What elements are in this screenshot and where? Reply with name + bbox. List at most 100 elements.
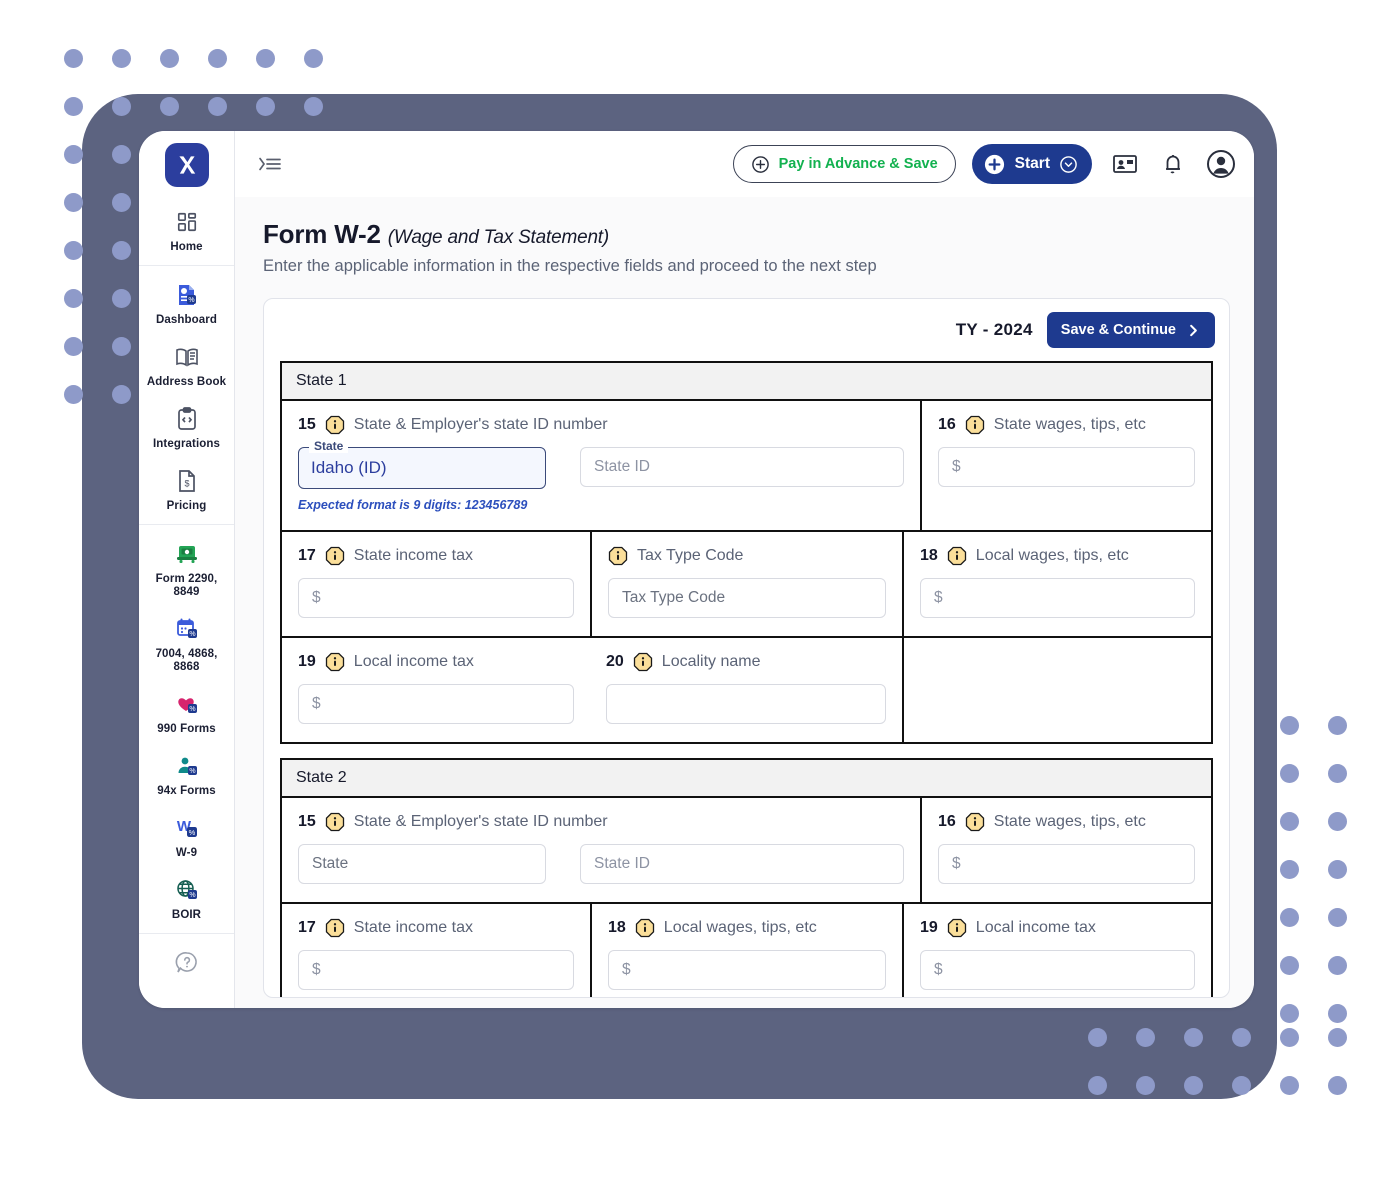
field-label-row: 20 Locality name: [606, 652, 886, 672]
field-label: State wages, tips, etc: [993, 416, 1146, 433]
app-window: Home % Dashboard Address Book Integratio…: [139, 131, 1254, 1008]
info-icon[interactable]: [325, 812, 345, 832]
state-wages-input[interactable]: $: [938, 844, 1195, 884]
local-income-tax-input[interactable]: $: [298, 684, 574, 724]
locality-name-input[interactable]: [606, 684, 886, 724]
start-button[interactable]: Start: [971, 144, 1092, 184]
state-wages-input[interactable]: $: [938, 447, 1195, 487]
sidebar-item-form-2290-8849[interactable]: Form 2290, 8849: [139, 531, 234, 606]
field-number: 15: [298, 813, 316, 830]
state-1-field-19: 19 Local income tax $: [282, 638, 590, 742]
state-select-value: Idaho (ID): [311, 458, 387, 477]
address-book-icon: [173, 343, 201, 371]
field-number: 18: [608, 919, 626, 936]
state-1-field-16: 16 State wages, tips, etc $: [920, 401, 1211, 530]
info-icon[interactable]: [608, 546, 628, 566]
sidebar-item-label: 7004, 4868, 8868: [155, 648, 218, 673]
tax-type-code-select[interactable]: Tax Type Code: [608, 578, 886, 618]
sidebar-item-home[interactable]: Home: [139, 199, 234, 261]
collapse-menu-icon[interactable]: [257, 153, 283, 175]
input-placeholder: $: [952, 458, 961, 475]
local-wages-input[interactable]: $: [608, 950, 886, 990]
save-continue-label: Save & Continue: [1060, 322, 1176, 338]
info-icon[interactable]: [635, 918, 655, 938]
contact-card-icon[interactable]: [1110, 149, 1140, 179]
sidebar-item-990-forms[interactable]: % 990 Forms: [139, 681, 234, 743]
heart-icon: %: [173, 690, 201, 718]
svg-text:%: %: [189, 631, 195, 638]
field-label-row: 16 State wages, tips, etc: [938, 812, 1195, 832]
state-income-tax-input[interactable]: $: [298, 950, 574, 990]
sidebar-item-7004-4868-8868[interactable]: % 7004, 4868, 8868: [139, 606, 234, 681]
sidebar-item-address-book[interactable]: Address Book: [139, 334, 234, 396]
decorative-dot-grid-right: [1265, 701, 1361, 1037]
info-icon[interactable]: [325, 918, 345, 938]
sidebar-item-w9[interactable]: W % W-9: [139, 805, 234, 867]
state-select-placeholder: State: [312, 855, 349, 872]
field-label: Local income tax: [975, 919, 1096, 936]
state-id-input[interactable]: State ID: [580, 447, 904, 487]
info-icon[interactable]: [965, 415, 985, 435]
account-avatar-icon[interactable]: [1206, 149, 1236, 179]
info-icon[interactable]: [947, 918, 967, 938]
field-number: 15: [298, 416, 316, 433]
field-label-row: 19 Local income tax: [298, 652, 574, 672]
state-2-field-17: 17 State income tax $: [282, 904, 590, 997]
svg-text:%: %: [189, 706, 195, 713]
state-1-field-20: 20 Locality name: [590, 638, 902, 742]
sidebar-item-dashboard[interactable]: % Dashboard: [139, 272, 234, 334]
tax-year-label: TY - 2024: [955, 320, 1033, 339]
info-icon[interactable]: [947, 546, 967, 566]
local-income-tax-input[interactable]: $: [920, 950, 1195, 990]
state-1-tax-type-code: Tax Type Code Tax Type Code: [590, 532, 902, 636]
info-icon[interactable]: [965, 812, 985, 832]
pricing-dollar-doc-icon: $: [173, 467, 201, 495]
sidebar-item-label: Home: [170, 241, 203, 253]
svg-text:%: %: [188, 297, 194, 304]
sidebar-item-94x-forms[interactable]: % 94x Forms: [139, 743, 234, 805]
info-icon[interactable]: [325, 415, 345, 435]
main-content: Form W-2 (Wage and Tax Statement) Enter …: [235, 197, 1254, 1008]
info-icon[interactable]: [325, 546, 345, 566]
info-icon[interactable]: [633, 652, 653, 672]
sidebar-group-help: [139, 933, 234, 993]
field-label: State & Employer's state ID number: [353, 813, 608, 830]
state-1-block: State 1 15 State & Employer's state ID n…: [280, 361, 1213, 744]
state-id-input[interactable]: State ID: [580, 844, 904, 884]
sidebar: Home % Dashboard Address Book Integratio…: [139, 131, 235, 1008]
sidebar-item-boir[interactable]: % BOIR: [139, 867, 234, 929]
state-2-row-1: 15 State & Employer's state ID number St…: [282, 798, 1211, 902]
app-logo[interactable]: [139, 131, 234, 199]
svg-text:$: $: [184, 479, 189, 489]
field-label: Locality name: [661, 653, 761, 670]
sidebar-item-help[interactable]: [139, 940, 234, 989]
chevron-down-circle-icon: [1060, 155, 1077, 173]
w9-icon: W %: [173, 814, 201, 842]
page-title-subtitle: (Wage and Tax Statement): [387, 227, 610, 248]
calendar-icon: %: [173, 615, 201, 643]
sidebar-item-integrations[interactable]: Integrations: [139, 396, 234, 458]
sidebar-item-pricing[interactable]: $ Pricing: [139, 458, 234, 520]
notification-bell-icon[interactable]: [1158, 149, 1188, 179]
page-title-main: Form W-2: [263, 219, 381, 249]
x-logo-icon: [178, 156, 195, 174]
form-card: TY - 2024 Save & Continue State 1 15 Sta…: [263, 298, 1230, 998]
svg-text:%: %: [189, 892, 195, 899]
state-income-tax-input[interactable]: $: [298, 578, 574, 618]
state-select-legend: State: [309, 439, 349, 453]
sidebar-item-label: Pricing: [166, 500, 207, 512]
sidebar-group-primary: Home: [139, 199, 234, 265]
grid-home-icon: [173, 208, 201, 236]
field-label-row: 16 State wages, tips, etc: [938, 415, 1195, 435]
plus-circle-icon: [751, 155, 769, 173]
info-icon[interactable]: [325, 652, 345, 672]
pay-in-advance-button[interactable]: Pay in Advance & Save: [732, 145, 956, 183]
field-number: 20: [606, 653, 624, 670]
save-and-continue-button[interactable]: Save & Continue: [1046, 312, 1215, 348]
field-label-row: 17 State income tax: [298, 546, 574, 566]
sidebar-item-label: Dashboard: [156, 314, 217, 326]
state-select[interactable]: State: [298, 844, 546, 884]
field-label: State & Employer's state ID number: [353, 416, 608, 433]
local-wages-input[interactable]: $: [920, 578, 1195, 618]
state-select[interactable]: State Idaho (ID): [298, 439, 546, 489]
